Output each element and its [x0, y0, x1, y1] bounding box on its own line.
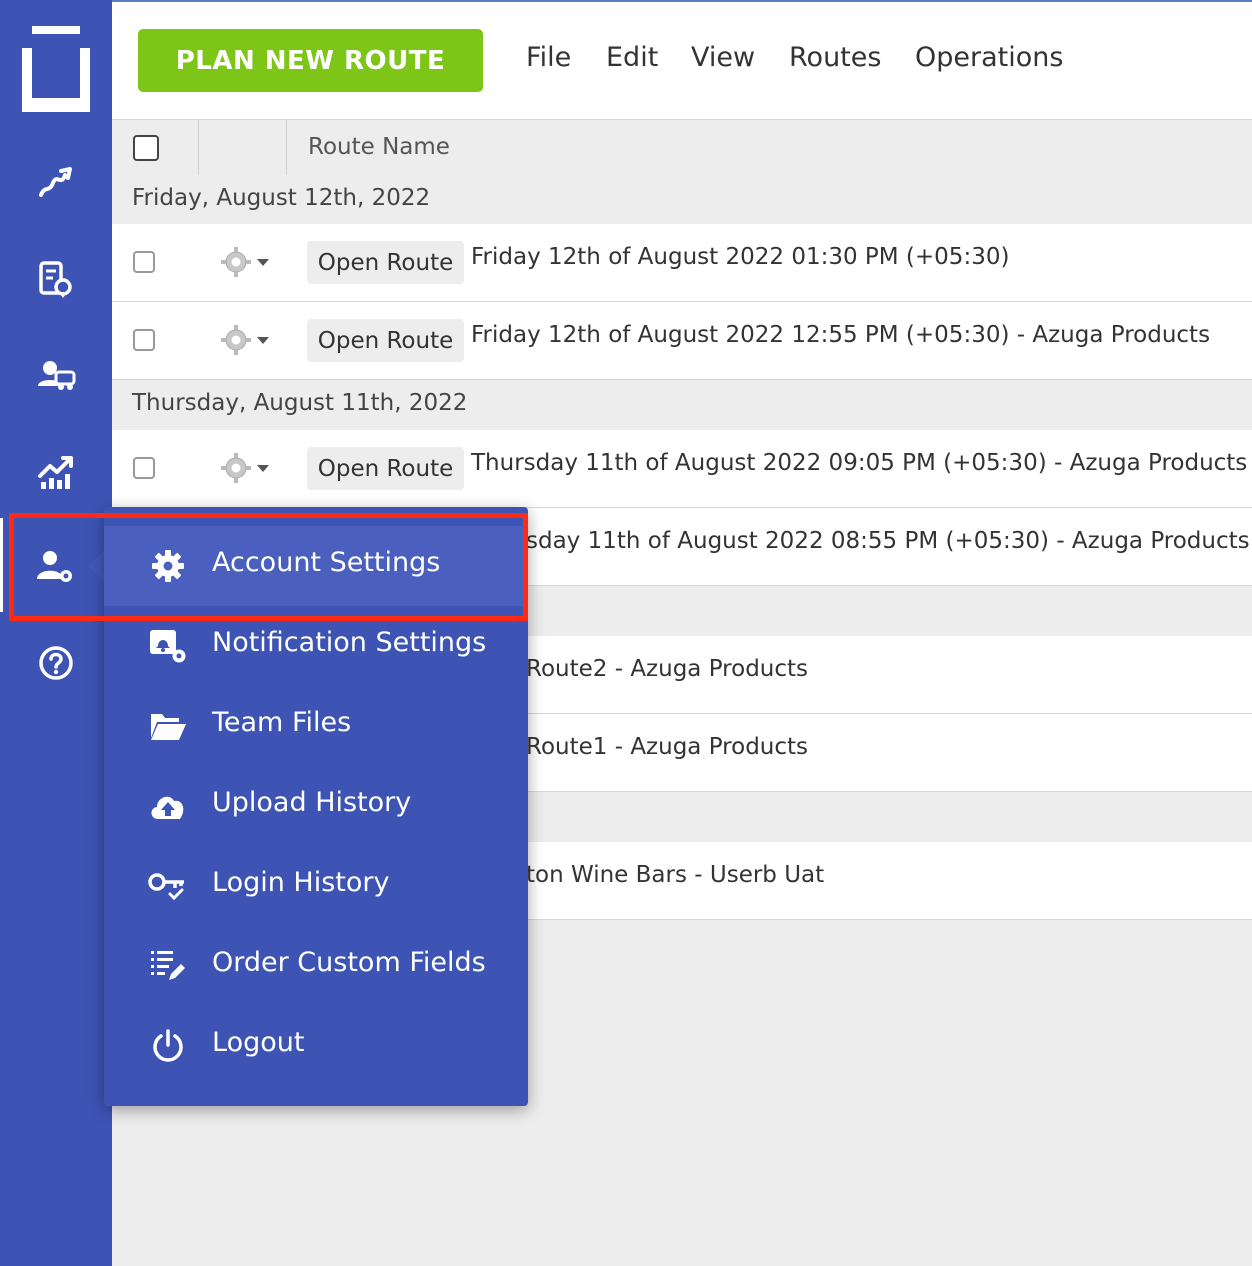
row-gear-dropdown-icon[interactable]	[220, 452, 276, 484]
key-check-icon	[148, 866, 188, 906]
drivers-vehicle-icon[interactable]	[36, 355, 76, 395]
app-logo-icon[interactable]	[22, 26, 90, 112]
menu-edit[interactable]: Edit	[606, 42, 658, 73]
menu-item-upload-history[interactable]: Upload History	[104, 766, 528, 846]
route-name[interactable]: Friday 12th of August 2022 01:30 PM (+05…	[471, 244, 1009, 270]
routes-icon[interactable]	[36, 162, 76, 202]
menu-item-notification-settings[interactable]: Notification Settings	[104, 606, 528, 686]
notification-settings-icon	[148, 626, 188, 666]
plan-new-route-button[interactable]: PLAN NEW ROUTE	[138, 29, 483, 92]
menu-item-label: Order Custom Fields	[212, 947, 486, 978]
date-group-label: Thursday, August 11th, 2022	[132, 390, 468, 416]
cloud-upload-icon	[148, 786, 188, 826]
dropdown-caret	[88, 550, 105, 582]
menu-item-logout[interactable]: Logout	[104, 1006, 528, 1086]
menu-item-label: Upload History	[212, 787, 412, 818]
date-group-header: Friday, August 12th, 2022	[112, 175, 1252, 226]
route-name[interactable]: Friday 12th of August 2022 12:55 PM (+05…	[471, 322, 1210, 348]
column-divider	[286, 120, 287, 176]
route-name[interactable]: ton Wine Bars - Userb Uat	[526, 862, 824, 888]
gear-icon	[148, 546, 188, 586]
table-header: Route Name	[112, 119, 1252, 177]
column-divider	[198, 120, 199, 176]
route-name[interactable]: Route2 - Azuga Products	[526, 656, 808, 682]
select-all-checkbox[interactable]	[133, 135, 159, 161]
menu-view[interactable]: View	[691, 42, 755, 73]
date-group-header: Thursday, August 11th, 2022	[112, 380, 1252, 431]
menu-item-login-history[interactable]: Login History	[104, 846, 528, 926]
table-row: Open Route Friday 12th of August 2022 01…	[112, 224, 1252, 302]
menu-item-team-files[interactable]: Team Files	[104, 686, 528, 766]
folder-open-icon	[148, 706, 188, 746]
menu-file[interactable]: File	[526, 42, 571, 73]
column-header-route-name[interactable]: Route Name	[308, 134, 450, 160]
row-checkbox[interactable]	[133, 251, 155, 273]
menu-item-label: Login History	[212, 867, 390, 898]
account-dropdown-menu: Account Settings Notification Settings T…	[104, 507, 528, 1106]
menu-item-label: Team Files	[212, 707, 352, 738]
row-checkbox[interactable]	[133, 329, 155, 351]
menu-routes[interactable]: Routes	[789, 42, 881, 73]
analytics-icon[interactable]	[36, 452, 76, 492]
power-icon	[148, 1026, 188, 1066]
row-gear-dropdown-icon[interactable]	[220, 324, 276, 356]
user-settings-icon[interactable]	[36, 547, 76, 587]
open-route-button[interactable]: Open Route	[307, 319, 464, 362]
menu-operations[interactable]: Operations	[915, 42, 1063, 73]
open-route-button[interactable]: Open Route	[307, 447, 464, 490]
route-name[interactable]: Thursday 11th of August 2022 09:05 PM (+…	[471, 450, 1247, 476]
menu-item-label: Logout	[212, 1027, 305, 1058]
table-row: Open Route Thursday 11th of August 2022 …	[112, 430, 1252, 508]
row-checkbox[interactable]	[133, 457, 155, 479]
top-toolbar: PLAN NEW ROUTE File Edit View Routes Ope…	[112, 2, 1252, 119]
date-group-label: Friday, August 12th, 2022	[132, 185, 431, 211]
route-name[interactable]: sday 11th of August 2022 08:55 PM (+05:3…	[526, 528, 1250, 554]
open-route-button[interactable]: Open Route	[307, 241, 464, 284]
list-edit-icon	[148, 946, 188, 986]
menu-item-label: Notification Settings	[212, 627, 487, 658]
sidebar	[0, 0, 112, 1266]
route-list-pin-icon[interactable]	[36, 260, 76, 300]
sidebar-active-indicator	[0, 518, 3, 612]
help-icon[interactable]	[36, 643, 76, 683]
menu-item-order-custom-fields[interactable]: Order Custom Fields	[104, 926, 528, 1006]
row-gear-dropdown-icon[interactable]	[220, 246, 276, 278]
menu-item-label: Account Settings	[212, 547, 441, 578]
menu-item-account-settings[interactable]: Account Settings	[104, 526, 528, 606]
table-row: Open Route Friday 12th of August 2022 12…	[112, 302, 1252, 380]
route-name[interactable]: Route1 - Azuga Products	[526, 734, 808, 760]
